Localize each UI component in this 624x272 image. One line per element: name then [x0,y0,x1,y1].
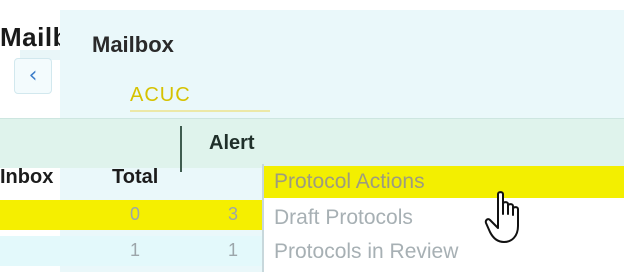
table-row[interactable]: 1 1 [0,236,262,266]
menu-item-protocols-in-review[interactable]: Protocols in Review [264,236,624,268]
table-cell-count: 1 [228,240,239,260]
section-title-alert: Alert [209,132,255,154]
back-button[interactable]: ‹ [14,58,52,94]
page-title: Mailbox [92,32,174,57]
background-window-title: Mailb [0,22,69,52]
hand-pointer-icon [484,191,519,243]
table-cell-total: 0 [130,204,141,224]
protocol-menu: Protocol Actions Draft Protocols Protoco… [264,166,624,272]
section-header-bar [0,118,624,168]
table-row[interactable]: 0 3 [0,200,262,230]
menu-item-draft-protocols[interactable]: Draft Protocols [264,202,624,234]
acuc-link[interactable]: ACUC [130,84,191,107]
table-cell-total: 1 [130,240,141,260]
section-divider [180,126,182,172]
acuc-link-underline [130,110,270,112]
chevron-left-icon: ‹ [28,63,38,88]
column-header-inbox[interactable]: Inbox [0,166,53,189]
column-header-total[interactable]: Total [112,166,158,189]
menu-item-protocol-actions[interactable]: Protocol Actions [264,166,624,198]
table-cell-count: 3 [228,204,239,224]
